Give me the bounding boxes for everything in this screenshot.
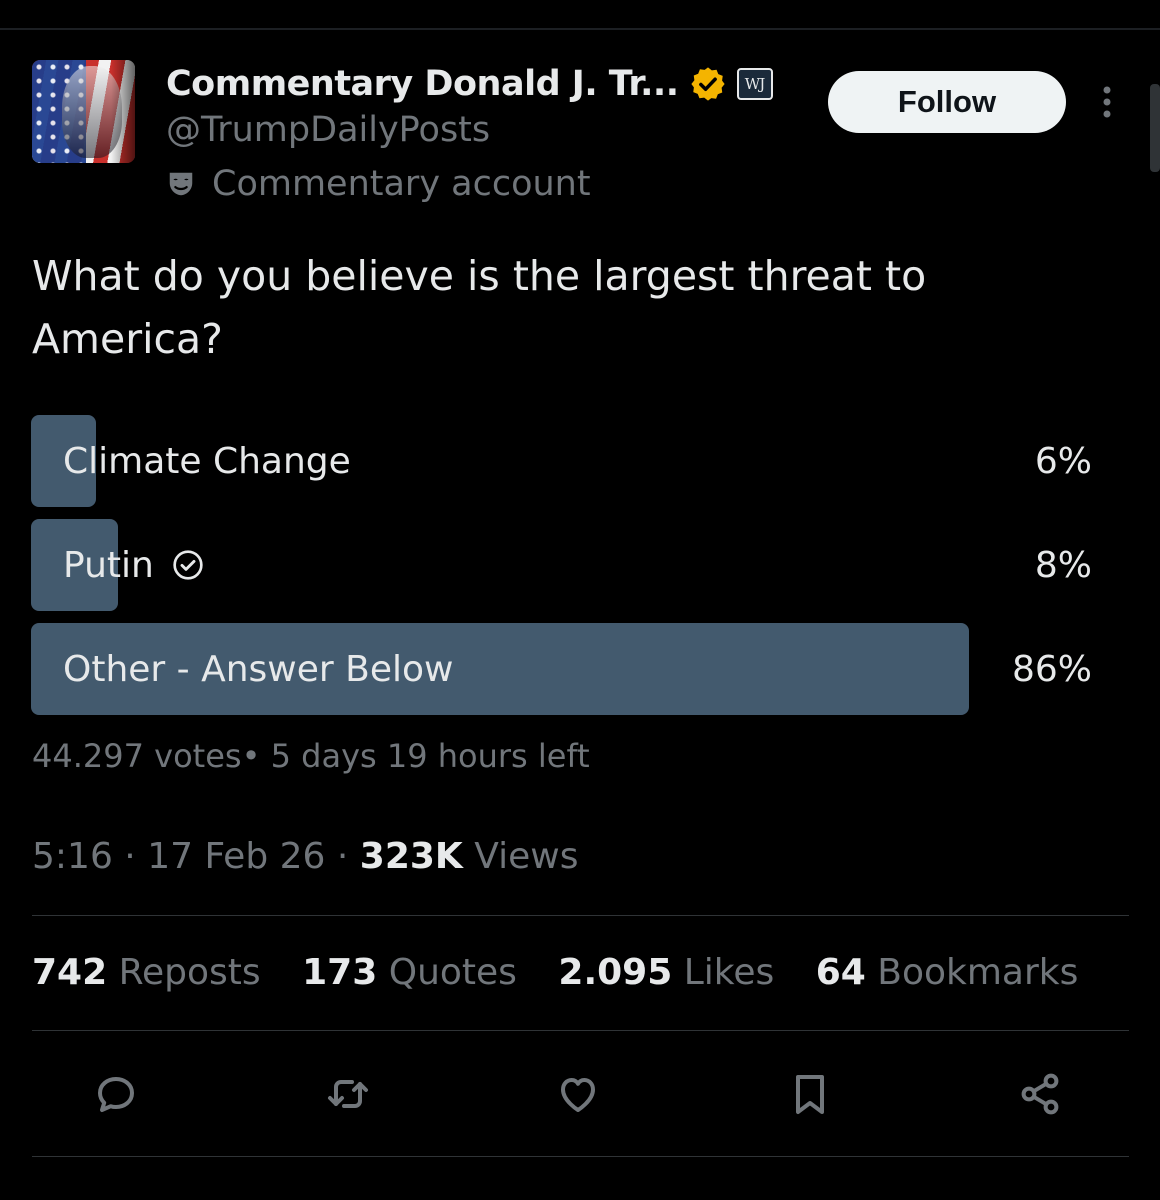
poll-option-percent: 86% [1011, 648, 1092, 690]
reply-button[interactable] [90, 1068, 142, 1120]
separator-dot: · [336, 836, 360, 877]
divider [32, 915, 1129, 916]
repost-icon [328, 1080, 368, 1108]
author-display-name[interactable]: Commentary Donald J. Tr... [166, 64, 679, 104]
reply-icon [98, 1077, 134, 1112]
poll-meta: 44.297 votes• 5 days 19 hours left [32, 737, 590, 775]
stat-reposts[interactable]: 742 Reposts [32, 952, 261, 993]
poll-option-label: Putin [63, 519, 204, 611]
post-time[interactable]: 5:16 [32, 836, 113, 877]
author-name-row: Commentary Donald J. Tr... WJ [166, 60, 773, 108]
stat-quotes[interactable]: 173 Quotes [302, 952, 517, 993]
avatar[interactable] [32, 60, 135, 163]
repost-button[interactable] [322, 1068, 374, 1120]
views-label: Views [474, 836, 579, 877]
bookmark-button[interactable] [784, 1068, 836, 1120]
account-label: Commentary account [166, 164, 591, 204]
like-button[interactable] [552, 1068, 604, 1120]
stat-label: Reposts [118, 952, 261, 993]
share-icon [1021, 1073, 1059, 1115]
poll-option-text: Putin [63, 544, 154, 586]
author-handle[interactable]: @TrumpDailyPosts [166, 110, 490, 150]
like-icon [561, 1078, 595, 1112]
poll-option-text: Other - Answer Below [63, 648, 454, 690]
poll-option-climate-change: Climate Change 6% [31, 415, 1111, 507]
bookmark-icon [796, 1075, 824, 1114]
affiliate-badge-icon[interactable]: WJ [736, 68, 773, 100]
divider [32, 1030, 1129, 1031]
post-text: What do you believe is the largest threa… [32, 252, 927, 363]
share-button[interactable] [1014, 1068, 1066, 1120]
scrollbar[interactable] [1150, 84, 1160, 172]
poll-option-other: Other - Answer Below 86% [31, 623, 1111, 715]
top-divider [0, 28, 1160, 30]
mask-icon [169, 172, 193, 196]
stat-label: Quotes [388, 952, 517, 993]
stat-count: 64 [815, 952, 866, 993]
separator-dot: · [124, 836, 148, 877]
verified-badge-icon [690, 67, 725, 101]
more-options-icon[interactable] [1096, 84, 1118, 120]
poll-option-label: Climate Change [63, 415, 351, 507]
poll-option-percent: 8% [1034, 544, 1092, 586]
avatar-shade [111, 60, 135, 163]
engagement-stats: 742 Reposts 173 Quotes 2.095 Likes 64 Bo… [32, 952, 1108, 993]
post-timestamp: 5:16 · 17 Feb 26 · 323K Views [32, 836, 578, 877]
stat-label: Likes [683, 952, 775, 993]
poll-option-putin: Putin 8% [31, 519, 1111, 611]
poll-option-text: Climate Change [63, 440, 351, 482]
divider [32, 1156, 1129, 1157]
stat-bookmarks[interactable]: 64 Bookmarks [816, 952, 1079, 993]
views-count: 323K [359, 836, 463, 877]
stat-count: 173 [302, 952, 378, 993]
stat-count: 742 [32, 952, 108, 993]
stat-likes[interactable]: 2.095 Likes [558, 952, 774, 993]
poll-option-percent: 6% [1034, 440, 1092, 482]
stat-label: Bookmarks [877, 952, 1079, 993]
post-date[interactable]: 17 Feb 26 [147, 836, 325, 877]
follow-button[interactable]: Follow [828, 71, 1066, 133]
poll-option-label: Other - Answer Below [63, 623, 453, 715]
stat-count: 2.095 [558, 952, 673, 993]
check-circle-icon [173, 550, 203, 580]
account-label-text: Commentary account [212, 164, 591, 204]
